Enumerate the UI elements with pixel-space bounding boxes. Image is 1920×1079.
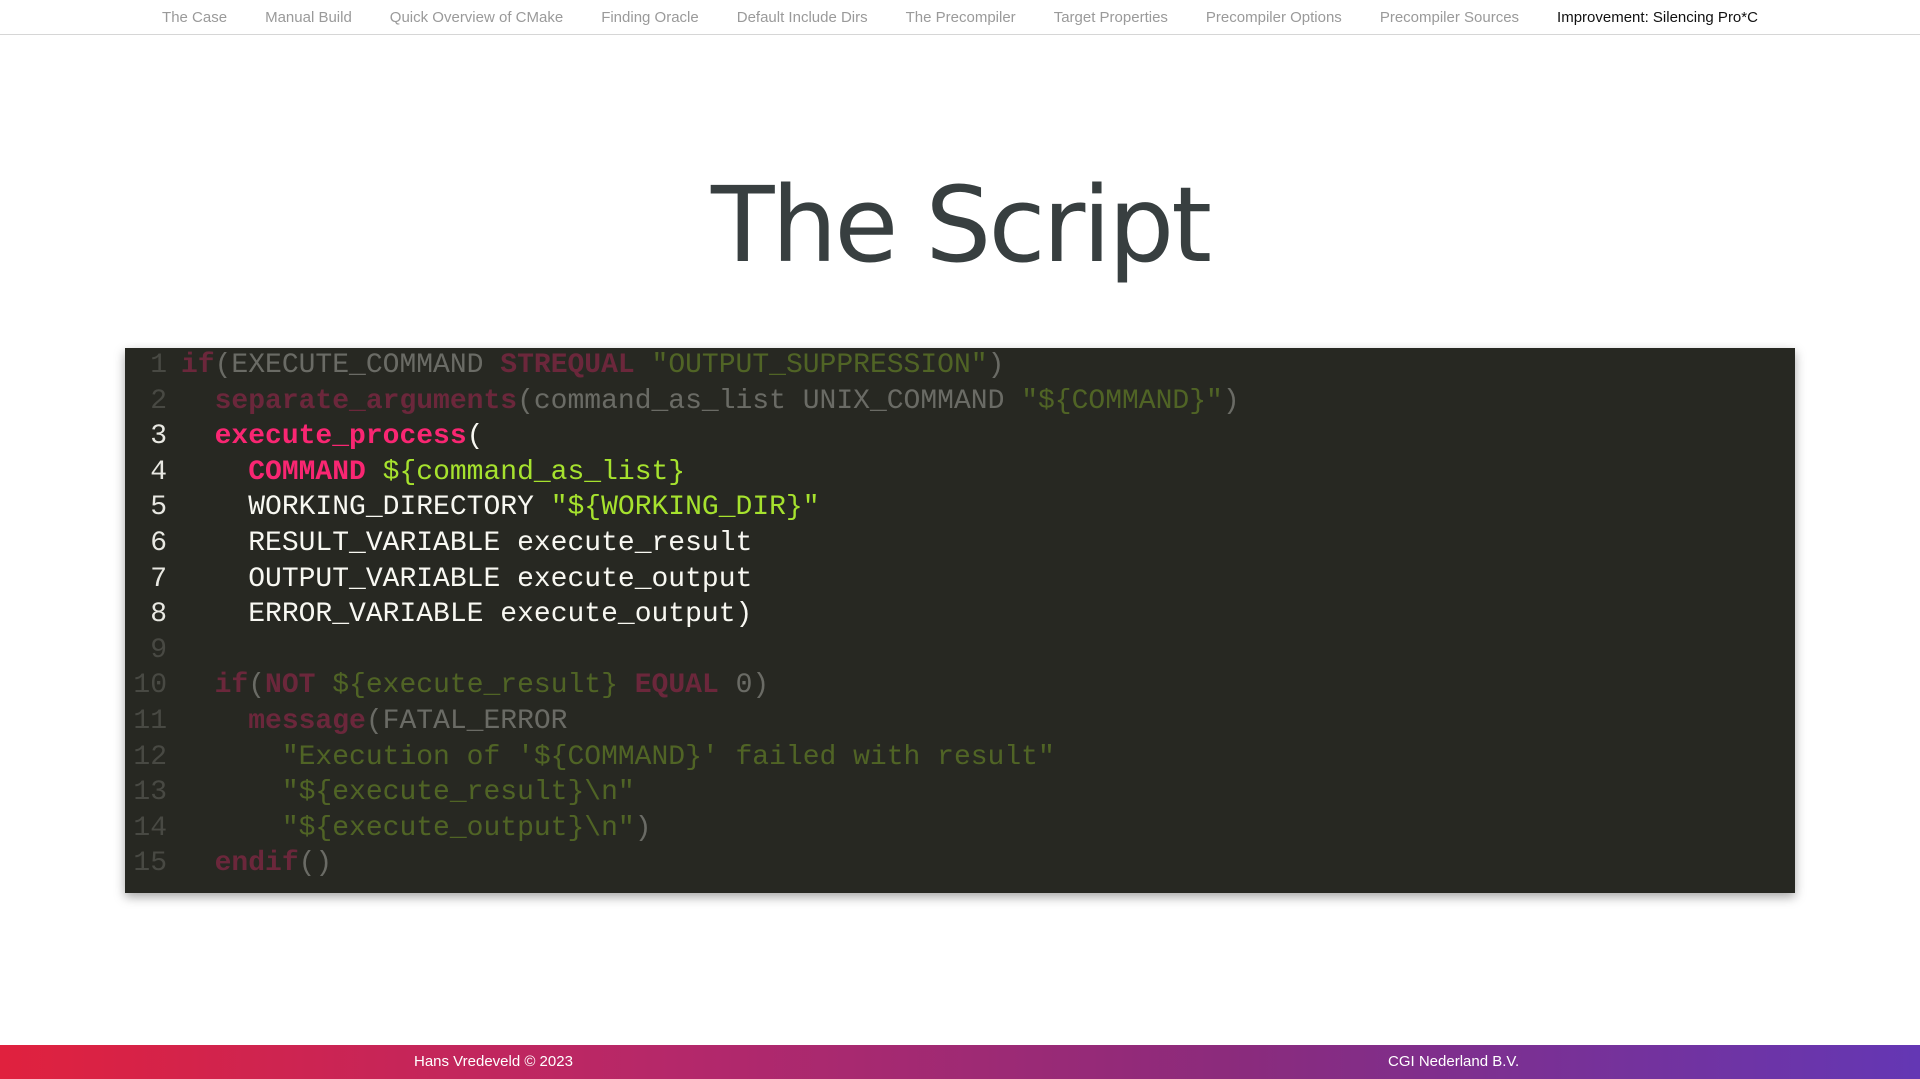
nav-item-target-properties[interactable]: Target Properties bbox=[1035, 9, 1187, 26]
code-text: WORKING_DIRECTORY "${WORKING_DIR}" bbox=[248, 492, 820, 524]
nav-item-precompiler-options[interactable]: Precompiler Options bbox=[1187, 9, 1361, 26]
line-number: 2 bbox=[150, 385, 167, 417]
nav-item-default-include-dirs[interactable]: Default Include Dirs bbox=[718, 9, 887, 26]
code-text: RESULT_VARIABLE execute_result bbox=[248, 527, 753, 559]
line-number: 14 bbox=[133, 812, 167, 844]
code-text: separate_arguments(command_as_list UNIX_… bbox=[214, 385, 1240, 417]
code-line: 12 "Execution of '${COMMAND}' failed wit… bbox=[125, 740, 1795, 776]
line-number: 3 bbox=[150, 421, 167, 453]
line-number: 4 bbox=[150, 456, 167, 488]
code-line: 15 endif() bbox=[125, 846, 1795, 882]
line-number: 1 bbox=[150, 350, 167, 381]
nav-item-quick-overview-of-cmake[interactable]: Quick Overview of CMake bbox=[371, 9, 582, 26]
code-line: 2 separate_arguments(command_as_list UNI… bbox=[125, 384, 1795, 420]
line-number: 12 bbox=[133, 741, 167, 773]
line-number: 15 bbox=[133, 848, 167, 880]
code-line: 3 execute_process( bbox=[125, 419, 1795, 455]
code-text: if(EXECUTE_COMMAND STREQUAL "OUTPUT_SUPP… bbox=[181, 350, 1005, 381]
code-text: "${execute_output}\n") bbox=[281, 812, 652, 844]
line-number: 13 bbox=[133, 777, 167, 809]
slide-footer: Hans Vredeveld © 2023 CGI Nederland B.V. bbox=[0, 1045, 1920, 1079]
nav-item-manual-build[interactable]: Manual Build bbox=[246, 9, 371, 26]
code-lines: 1 if(EXECUTE_COMMAND STREQUAL "OUTPUT_SUP… bbox=[125, 348, 1795, 882]
code-text: if(NOT ${execute_result} EQUAL 0) bbox=[214, 670, 770, 702]
nav-item-the-case[interactable]: The Case bbox=[143, 9, 246, 26]
code-text: endif() bbox=[214, 848, 333, 880]
code-line: 5 WORKING_DIRECTORY "${WORKING_DIR}" bbox=[125, 490, 1795, 526]
code-text: message(FATAL_ERROR bbox=[248, 705, 568, 737]
code-line: 8 ERROR_VARIABLE execute_output) bbox=[125, 597, 1795, 633]
footer-author: Hans Vredeveld © 2023 bbox=[414, 1053, 573, 1070]
nav-item-the-precompiler[interactable]: The Precompiler bbox=[887, 9, 1035, 26]
code-line: 4 COMMAND ${command_as_list} bbox=[125, 455, 1795, 491]
code-text: OUTPUT_VARIABLE execute_output bbox=[248, 563, 753, 595]
nav-item-finding-oracle[interactable]: Finding Oracle bbox=[582, 9, 718, 26]
line-number: 6 bbox=[150, 527, 167, 559]
code-line: 7 OUTPUT_VARIABLE execute_output bbox=[125, 562, 1795, 598]
nav-item-precompiler-sources[interactable]: Precompiler Sources bbox=[1361, 9, 1538, 26]
code-text: ERROR_VARIABLE execute_output) bbox=[248, 599, 753, 631]
code-text: "Execution of '${COMMAND}' failed with r… bbox=[281, 741, 1055, 773]
code-text: "${execute_result}\n" bbox=[281, 777, 635, 809]
line-number: 5 bbox=[150, 492, 167, 524]
code-line: 6 RESULT_VARIABLE execute_result bbox=[125, 526, 1795, 562]
line-number: 11 bbox=[133, 705, 167, 737]
code-line: 14 "${execute_output}\n") bbox=[125, 811, 1795, 847]
line-number: 10 bbox=[133, 670, 167, 702]
code-line: 9 bbox=[125, 633, 1795, 669]
code-text: COMMAND ${command_as_list} bbox=[248, 456, 686, 488]
slide-navigation: The Case Manual Build Quick Overview of … bbox=[0, 0, 1920, 35]
footer-company: CGI Nederland B.V. bbox=[1388, 1053, 1520, 1070]
nav-item-improvement-silencing-proc[interactable]: Improvement: Silencing Pro*C bbox=[1538, 9, 1777, 26]
code-line: 13 "${execute_result}\n" bbox=[125, 775, 1795, 811]
code-line: 11 message(FATAL_ERROR bbox=[125, 704, 1795, 740]
code-text: execute_process( bbox=[214, 421, 484, 453]
line-number: 8 bbox=[150, 599, 167, 631]
line-number: 9 bbox=[150, 634, 167, 666]
slide-title: The Script bbox=[710, 164, 1212, 286]
code-line: 10 if(NOT ${execute_result} EQUAL 0) bbox=[125, 668, 1795, 704]
line-number: 7 bbox=[150, 563, 167, 595]
code-block[interactable]: 1 if(EXECUTE_COMMAND STREQUAL "OUTPUT_SUP… bbox=[125, 348, 1795, 893]
code-line: 1 if(EXECUTE_COMMAND STREQUAL "OUTPUT_SUP… bbox=[125, 348, 1795, 384]
